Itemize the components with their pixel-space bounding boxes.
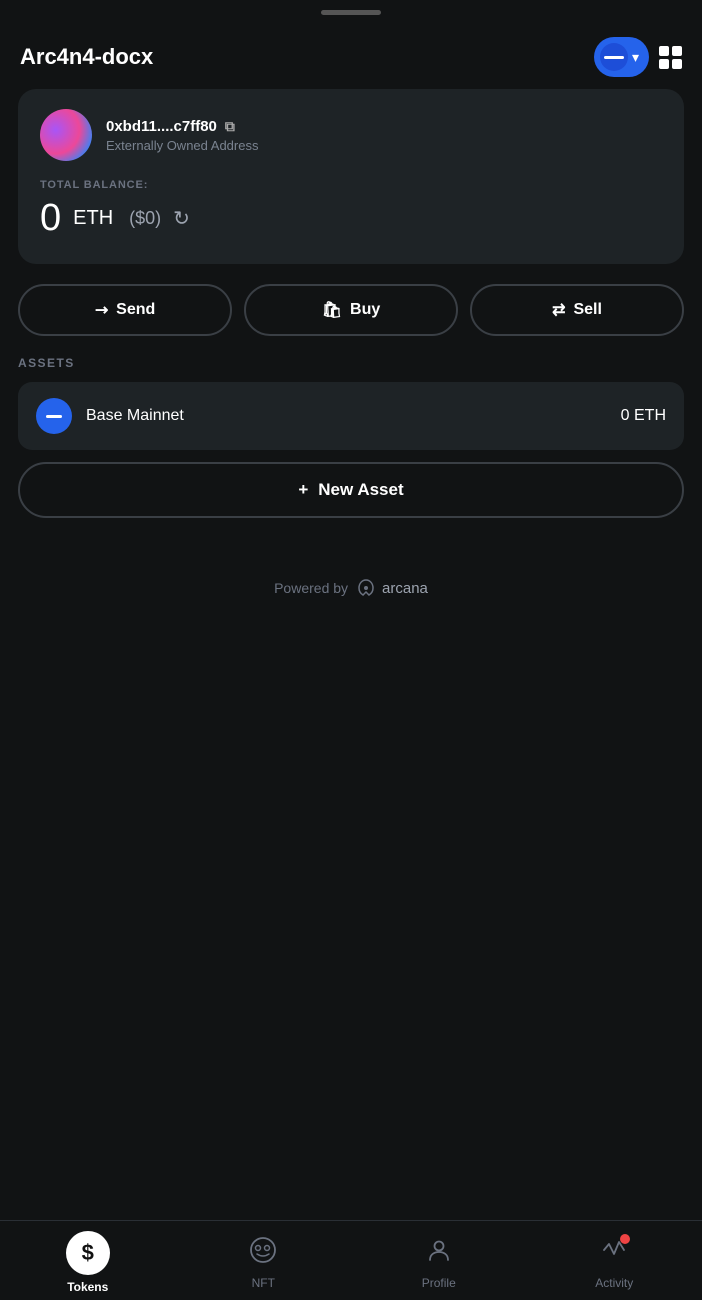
nav-item-activity[interactable]: Activity [527, 1221, 702, 1300]
wallet-address-row: 0xbd11....c7ff80 ⧉ [106, 118, 258, 135]
action-buttons: ↗ Send 🛍 Buy ⇄ Sell [18, 284, 684, 336]
powered-by-text: Powered by [274, 580, 348, 596]
arcana-logo: arcana [356, 578, 428, 598]
minus-icon [604, 56, 624, 59]
nav-item-profile[interactable]: Profile [351, 1221, 527, 1300]
asset-balance: 0 ETH [621, 407, 666, 425]
nft-icon [249, 1236, 277, 1271]
nav-label-activity: Activity [595, 1276, 633, 1290]
header: Arc4n4-docx ▾ [0, 21, 702, 89]
minus-icon [46, 415, 62, 418]
sell-button[interactable]: ⇄ Sell [470, 284, 684, 336]
balance-row: 0 ETH ($0) ↻ [40, 197, 662, 240]
account-selector[interactable]: ▾ [594, 37, 649, 77]
dollar-icon: $ [82, 1240, 94, 1266]
buy-button[interactable]: 🛍 Buy [244, 284, 458, 336]
send-button[interactable]: ↗ Send [18, 284, 232, 336]
new-asset-label: New Asset [318, 480, 403, 500]
drag-handle[interactable] [0, 0, 702, 21]
app-title: Arc4n4-docx [20, 44, 153, 70]
wallet-info: 0xbd11....c7ff80 ⧉ Externally Owned Addr… [106, 118, 258, 153]
drag-bar [321, 10, 381, 15]
balance-amount: 0 [40, 197, 61, 240]
new-asset-button[interactable]: + New Asset [18, 462, 684, 518]
activity-badge [620, 1234, 630, 1244]
send-icon: ↗ [90, 298, 114, 322]
assets-label: ASSETS [18, 356, 684, 370]
new-asset-plus-icon: + [298, 480, 308, 500]
nav-label-nft: NFT [252, 1276, 275, 1290]
asset-item[interactable]: Base Mainnet 0 ETH [18, 382, 684, 450]
arcana-text: arcana [382, 580, 428, 597]
sell-label: Sell [573, 301, 601, 319]
balance-usd: ($0) [129, 208, 161, 229]
copy-icon[interactable]: ⧉ [225, 118, 235, 135]
nav-label-profile: Profile [422, 1276, 456, 1290]
asset-network-icon [36, 398, 72, 434]
nav-item-tokens[interactable]: $ Tokens [0, 1221, 176, 1300]
qr-button[interactable] [659, 46, 682, 69]
profile-icon [425, 1236, 453, 1271]
buy-label: Buy [350, 301, 380, 319]
header-right: ▾ [594, 37, 682, 77]
chevron-down-icon: ▾ [632, 49, 639, 66]
powered-by: Powered by arcana [0, 578, 702, 598]
refresh-button[interactable]: ↻ [173, 206, 190, 231]
nav-item-nft[interactable]: NFT [176, 1221, 352, 1300]
account-icon [600, 43, 628, 71]
qr-icon [659, 46, 682, 69]
tokens-icon: $ [66, 1231, 110, 1275]
arcana-symbol-icon [356, 578, 376, 598]
balance-label: TOTAL BALANCE: [40, 179, 662, 191]
asset-name: Base Mainnet [86, 407, 184, 425]
bottom-nav: $ Tokens NFT Profile [0, 1220, 702, 1300]
assets-section: ASSETS Base Mainnet 0 ETH + New Asset [18, 356, 684, 518]
wallet-card: 0xbd11....c7ff80 ⧉ Externally Owned Addr… [18, 89, 684, 264]
balance-unit: ETH [73, 207, 113, 230]
activity-icon [600, 1236, 628, 1271]
wallet-card-top: 0xbd11....c7ff80 ⧉ Externally Owned Addr… [40, 109, 662, 161]
avatar [40, 109, 92, 161]
avatar-blob [40, 109, 92, 161]
sell-icon: ⇄ [552, 300, 565, 320]
buy-icon: 🛍 [322, 300, 342, 320]
wallet-address-text: 0xbd11....c7ff80 [106, 118, 217, 135]
wallet-type: Externally Owned Address [106, 138, 258, 153]
send-label: Send [116, 301, 155, 319]
nav-label-tokens: Tokens [67, 1280, 108, 1294]
asset-left: Base Mainnet [36, 398, 184, 434]
